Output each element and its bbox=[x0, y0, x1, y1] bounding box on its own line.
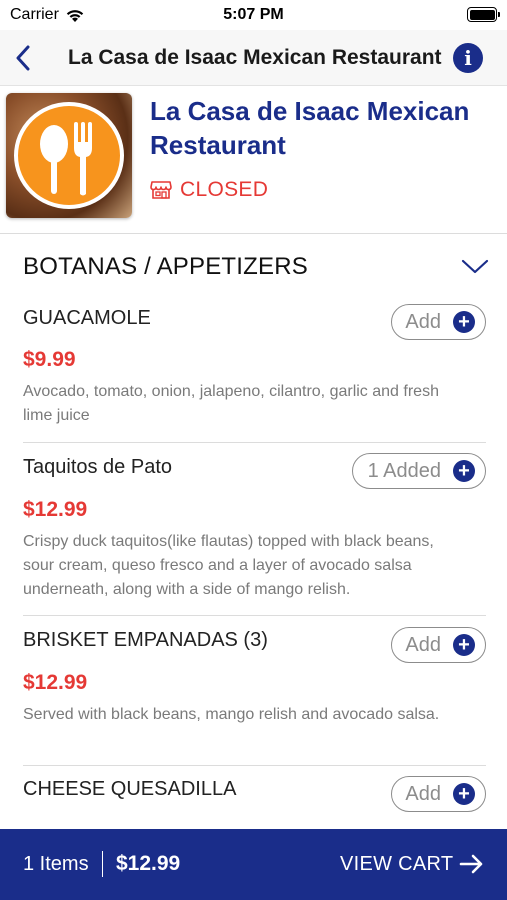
info-glyph: i bbox=[464, 46, 472, 70]
menu-item-guacamole[interactable]: GUACAMOLE Add + $9.99 Avocado, tomato, o… bbox=[23, 294, 486, 443]
menu-item-brisket-empanadas[interactable]: BRISKET EMPANADAS (3) Add + $12.99 Serve… bbox=[23, 616, 486, 766]
added-button[interactable]: 1 Added + bbox=[352, 453, 486, 489]
menu-item-cheese-quesadilla[interactable]: CHEESE QUESADILLA Add + bbox=[23, 766, 486, 829]
restaurant-status: CLOSED bbox=[150, 178, 268, 202]
add-button-label: Add bbox=[405, 633, 441, 656]
navigation-bar: La Casa de Isaac Mexican Restaurant i bbox=[0, 30, 507, 86]
item-description: Served with black beans, mango relish an… bbox=[23, 706, 440, 723]
restaurant-logo bbox=[6, 93, 132, 218]
menu-section-header[interactable]: BOTANAS / APPETIZERS bbox=[0, 234, 507, 294]
nav-title: La Casa de Isaac Mexican Restaurant bbox=[68, 46, 442, 69]
add-button[interactable]: Add + bbox=[391, 304, 486, 340]
menu-item-taquitos-de-pato[interactable]: Taquitos de Pato 1 Added + $12.99 Crispy… bbox=[23, 443, 486, 616]
item-price: $12.99 bbox=[23, 671, 88, 694]
back-button[interactable] bbox=[8, 42, 38, 74]
cart-total: $12.99 bbox=[116, 852, 181, 875]
item-description: Crispy duck taquitos(like flautas) toppe… bbox=[23, 533, 434, 598]
add-button-label: 1 Added bbox=[367, 459, 441, 482]
item-name: Taquitos de Pato bbox=[23, 456, 172, 478]
cart-divider bbox=[102, 851, 103, 877]
add-button[interactable]: Add + bbox=[391, 776, 486, 812]
cart-item-count: 1 Items bbox=[23, 853, 89, 875]
item-name: GUACAMOLE bbox=[23, 307, 151, 329]
info-icon[interactable]: i bbox=[453, 43, 483, 73]
status-closed-label: CLOSED bbox=[180, 178, 269, 201]
spoon-fork-icon bbox=[40, 122, 92, 196]
item-description: Avocado, tomato, onion, jalapeno, cilant… bbox=[23, 383, 439, 424]
arrow-right-icon[interactable] bbox=[459, 852, 485, 876]
add-button-label: Add bbox=[405, 782, 441, 805]
plus-icon: + bbox=[453, 460, 475, 482]
restaurant-header: La Casa de Isaac Mexican Restaurant CLOS… bbox=[0, 86, 507, 234]
item-price: $12.99 bbox=[23, 498, 88, 521]
chevron-left-icon bbox=[16, 45, 30, 71]
status-bar: Carrier 5:07 PM bbox=[0, 0, 507, 30]
status-time: 5:07 PM bbox=[223, 6, 284, 23]
plus-icon: + bbox=[453, 311, 475, 333]
section-title: BOTANAS / APPETIZERS bbox=[23, 253, 308, 280]
view-cart-label[interactable]: VIEW CART bbox=[340, 853, 453, 876]
plus-icon: + bbox=[453, 783, 475, 805]
view-cart-bar[interactable]: 1 Items $12.99 VIEW CART bbox=[0, 829, 507, 900]
add-button-label: Add bbox=[405, 310, 441, 333]
chevron-down-icon[interactable] bbox=[460, 254, 490, 278]
add-button[interactable]: Add + bbox=[391, 627, 486, 663]
item-price: $9.99 bbox=[23, 348, 76, 371]
restaurant-name: La Casa de Isaac Mexican Restaurant bbox=[150, 96, 470, 160]
item-name: CHEESE QUESADILLA bbox=[23, 778, 237, 800]
storefront-icon bbox=[150, 181, 172, 199]
plus-icon: + bbox=[453, 634, 475, 656]
battery-icon bbox=[467, 7, 500, 22]
item-name: BRISKET EMPANADAS (3) bbox=[23, 629, 268, 651]
